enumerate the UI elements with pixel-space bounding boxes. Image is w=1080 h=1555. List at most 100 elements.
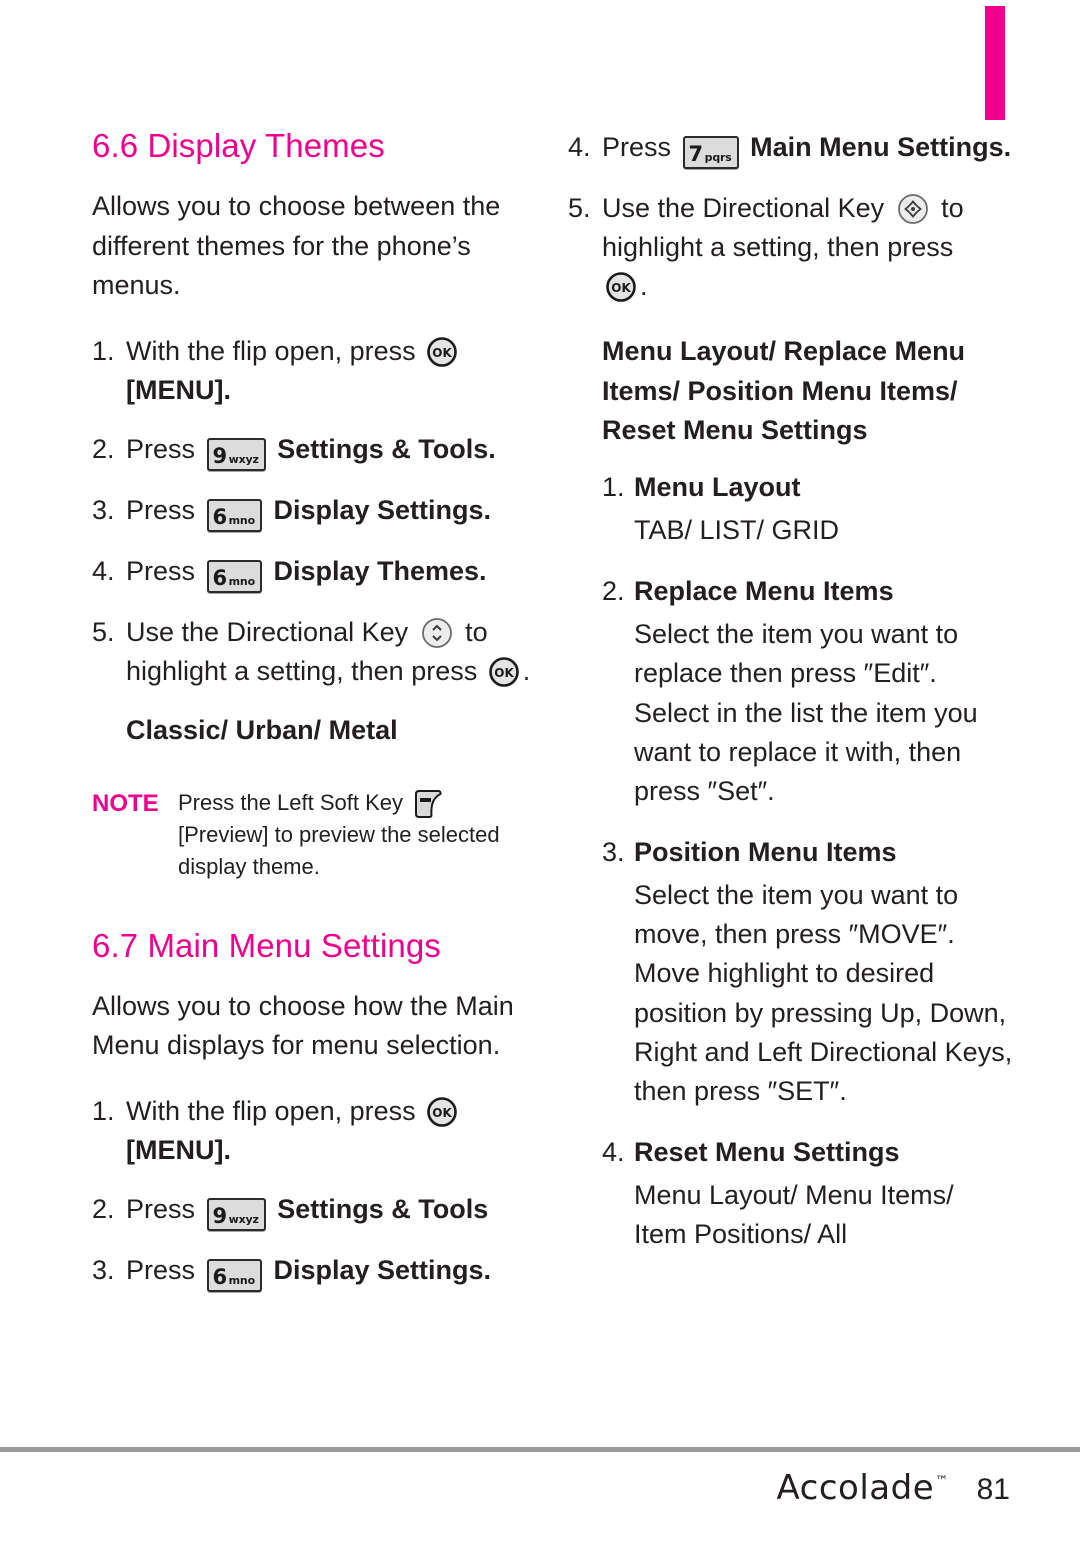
step-number: 1. [92, 1096, 115, 1127]
key-6-mno-icon: 6 mno [206, 560, 262, 594]
step-text-before: Press [126, 556, 196, 587]
ok-key-icon: OK [426, 336, 458, 368]
step-text-after2: . [522, 656, 531, 687]
step-text-before: Use the Directional Key [602, 193, 885, 223]
menu-item-entry: 3. Position Menu Items [602, 833, 1013, 872]
step-item: 5. Use the Directional Key to highlight … [568, 189, 1013, 306]
step-text: Use the Directional Key to highlight a s… [602, 189, 1013, 306]
key-9-wxyz-icon: 9 wxyz [206, 438, 266, 472]
step-item: 5. Use the Directional Key to highlight … [92, 613, 544, 691]
step-text-bold: [MENU]. [126, 1135, 231, 1166]
directional-key-updown-icon [420, 616, 454, 650]
step-number: 2. [92, 1194, 115, 1225]
step-text-before: Press [126, 1194, 196, 1225]
key-digit: 6 [212, 1265, 228, 1290]
item-title: Menu Layout [634, 471, 801, 502]
page-number: 81 [976, 1473, 1010, 1506]
step-number: 5. [568, 193, 591, 223]
step-number: 2. [92, 434, 115, 465]
step-text-before: With the flip open, press [126, 1096, 416, 1127]
step-text: With the flip open, press OK [MENU]. [126, 1092, 544, 1170]
step-text-before: Press [126, 495, 196, 526]
step-number: 4. [92, 556, 115, 587]
step-text-before: Press [126, 1255, 196, 1286]
item-number: 2. [602, 576, 625, 607]
menu-item-entry: 1. Menu Layout [602, 468, 1013, 507]
menu-item-entry: 2. Replace Menu Items [602, 572, 1013, 611]
key-letters: mno [228, 1274, 255, 1288]
step-text: Press 7 pqrs Main Menu Settings. [602, 128, 1013, 169]
key-digit: 6 [212, 566, 228, 591]
manual-page: 6.6 Display Themes Allows you to choose … [0, 0, 1080, 1555]
footer-divider [0, 1447, 1080, 1452]
section-6-6-intro: Allows you to choose between the differe… [92, 190, 501, 301]
step-text-bold: Main Menu Settings. [750, 132, 1012, 162]
step-text: Press 6 mno Display Themes. [126, 552, 544, 594]
note-line-2: [Preview] to preview the selected displa… [178, 822, 500, 879]
note-label: NOTE [92, 790, 159, 818]
svg-text:OK: OK [494, 666, 514, 680]
item-title: Position Menu Items [634, 836, 897, 867]
display-theme-options: Classic/ Urban/ Metal [126, 714, 398, 745]
step-number: 3. [92, 495, 115, 526]
step-text-after2: . [640, 271, 648, 302]
step-text-before: Press [126, 434, 196, 465]
item-body: Select the item you want to move, then p… [634, 880, 1013, 1106]
step-text-bold: [MENU]. [126, 375, 231, 406]
menu-settings-options-heading: Menu Layout/ Replace Menu Items/ Positio… [602, 336, 966, 445]
step-text-bold: Display Themes. [273, 556, 487, 587]
step-text: Press 9 wxyz Settings & Tools [126, 1190, 544, 1232]
page-footer: Accolade™ 81 [0, 1468, 1010, 1508]
note-line-1: Press the Left Soft Key [178, 790, 404, 816]
key-6-mno-icon: 6 mno [206, 499, 262, 533]
key-letters: mno [228, 575, 255, 589]
item-body: Menu Layout/ Menu Items/ Item Positions/… [634, 1180, 954, 1250]
step-number: 4. [568, 132, 591, 162]
step-text: Press 6 mno Display Settings. [126, 1251, 544, 1293]
step-item: 2. Press 9 wxyz Settings & Tools. [92, 430, 544, 472]
svg-text:OK: OK [432, 1106, 452, 1120]
step-text-before: Use the Directional Key [126, 617, 409, 648]
step-text-before: With the flip open, press [126, 336, 416, 367]
step-text: With the flip open, press OK [MENU]. [126, 332, 544, 410]
item-number: 1. [602, 471, 625, 502]
item-title: Reset Menu Settings [634, 1136, 900, 1167]
step-number: 3. [92, 1255, 115, 1286]
left-soft-key-icon [412, 789, 444, 819]
key-letters: pqrs [704, 151, 732, 164]
item-title: Replace Menu Items [634, 576, 894, 607]
left-column: 6.6 Display Themes Allows you to choose … [92, 127, 544, 1312]
key-letters: wxyz [228, 453, 259, 467]
trademark-symbol: ™ [935, 1474, 949, 1489]
svg-text:OK: OK [611, 281, 631, 295]
step-text-bold: Settings & Tools [277, 1194, 489, 1225]
step-number: 5. [92, 617, 115, 648]
step-item: 4. Press 7 pqrs Main Menu Settings. [568, 128, 1013, 169]
key-digit: 9 [212, 1204, 228, 1229]
step-text-bold: Display Settings. [273, 495, 492, 526]
note-block: NOTE Press the Left Soft Key [Preview] t… [92, 787, 544, 881]
step-item: 3. Press 6 mno Display Settings. [92, 491, 544, 533]
step-item: 2. Press 9 wxyz Settings & Tools [92, 1190, 544, 1232]
menu-item-entry: 4. Reset Menu Settings [602, 1133, 1013, 1172]
step-text-bold: Display Settings. [273, 1255, 492, 1286]
note-body: Press the Left Soft Key [Preview] to pre… [178, 787, 544, 881]
brand-text: Accolade [776, 1468, 935, 1508]
step-item: 1. With the flip open, press OK [MENU]. [92, 1092, 544, 1170]
directional-key-4way-icon [896, 192, 930, 226]
brand-name: Accolade™ [776, 1468, 948, 1508]
step-text: Press 6 mno Display Settings. [126, 491, 544, 533]
key-digit: 7 [688, 142, 704, 166]
section-6-7-intro: Allows you to choose how the Main Menu d… [92, 990, 514, 1061]
step-item: 3. Press 6 mno Display Settings. [92, 1251, 544, 1293]
step-item: 1. With the flip open, press OK [MENU]. [92, 332, 544, 410]
step-text: Press 9 wxyz Settings & Tools. [126, 430, 544, 472]
ok-key-icon: OK [488, 656, 520, 688]
right-column: 4. Press 7 pqrs Main Menu Settings. 5. Us… [568, 128, 1013, 1276]
ok-key-icon: OK [426, 1096, 458, 1128]
key-6-mno-icon: 6 mno [206, 1259, 262, 1293]
key-9-wxyz-icon: 9 wxyz [206, 1198, 266, 1232]
item-number: 4. [602, 1136, 625, 1167]
key-7-pqrs-icon: 7 pqrs [682, 136, 739, 169]
step-text: Use the Directional Key to highlight a s… [126, 613, 544, 691]
